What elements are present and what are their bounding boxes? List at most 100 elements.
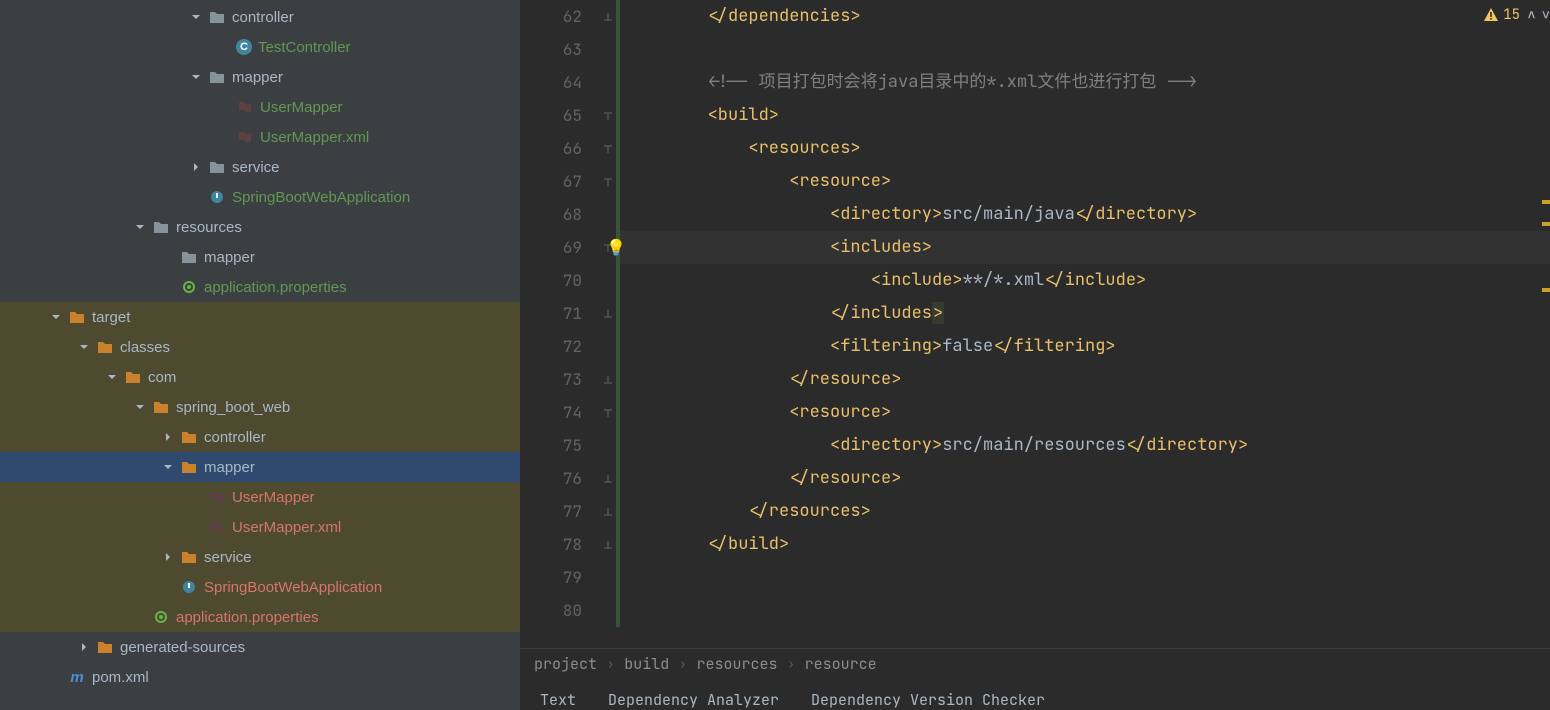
code-line[interactable] — [616, 561, 1550, 594]
code-line[interactable] — [616, 33, 1550, 66]
editor-tab[interactable]: Text — [540, 690, 576, 710]
code-line[interactable]: <include>**/*.xml</include> — [616, 264, 1550, 297]
fold-marker[interactable] — [600, 396, 616, 429]
tree-item[interactable]: UserMapper.xml — [0, 122, 520, 152]
line-number[interactable]: 72 — [520, 330, 582, 363]
tree-item[interactable]: controller — [0, 2, 520, 32]
code-line[interactable]: <directory>src/main/resources</directory… — [616, 429, 1550, 462]
line-number[interactable]: 80 — [520, 594, 582, 627]
problems-widget[interactable]: 15 — [1483, 6, 1520, 24]
chevron-down-icon[interactable] — [48, 309, 64, 325]
intention-bulb-icon[interactable]: 💡 — [606, 237, 626, 258]
tree-item[interactable]: CTestController — [0, 32, 520, 62]
code-line[interactable]: <includes> — [616, 231, 1550, 264]
line-number[interactable]: 76 — [520, 462, 582, 495]
tree-item[interactable]: service — [0, 152, 520, 182]
code-line[interactable]: <filtering>false</filtering> — [616, 330, 1550, 363]
chevron-down-icon[interactable] — [188, 69, 204, 85]
fold-marker[interactable] — [600, 99, 616, 132]
tree-item[interactable]: UserMapper — [0, 92, 520, 122]
tree-item[interactable]: spring_boot_web — [0, 392, 520, 422]
tree-item[interactable]: com — [0, 362, 520, 392]
tree-item[interactable]: service — [0, 542, 520, 572]
tree-item[interactable]: target — [0, 302, 520, 332]
line-number[interactable]: 63 — [520, 33, 582, 66]
chevron-right-icon[interactable] — [160, 429, 176, 445]
tree-item[interactable]: SpringBootWebApplication — [0, 572, 520, 602]
fold-marker[interactable] — [600, 528, 616, 561]
line-number[interactable]: 64 — [520, 66, 582, 99]
chevron-right-icon[interactable] — [188, 159, 204, 175]
code-line[interactable]: </build> — [616, 528, 1550, 561]
tree-item[interactable]: mapper — [0, 242, 520, 272]
tree-item[interactable]: SpringBootWebApplication — [0, 182, 520, 212]
line-number[interactable]: 69 — [520, 231, 582, 264]
line-number[interactable]: 68 — [520, 198, 582, 231]
chevron-down-icon[interactable] — [188, 9, 204, 25]
code-line[interactable]: <!-- 项目打包时会将java目录中的*.xml文件也进行打包 --> — [616, 66, 1550, 99]
code-line[interactable]: <resource> — [616, 396, 1550, 429]
fold-marker[interactable] — [600, 495, 616, 528]
tree-item[interactable]: resources — [0, 212, 520, 242]
line-number[interactable]: 74 — [520, 396, 582, 429]
tree-item[interactable]: mpom.xml — [0, 662, 520, 692]
line-number[interactable]: 71 — [520, 297, 582, 330]
chevron-down-icon[interactable] — [160, 459, 176, 475]
chevron-down-icon[interactable] — [132, 399, 148, 415]
chevron-down-icon[interactable] — [76, 339, 92, 355]
code-line[interactable] — [616, 594, 1550, 627]
editor-bottom-tabs[interactable]: Text Dependency Analyzer Dependency Versio… — [520, 678, 1550, 710]
line-number[interactable]: 78 — [520, 528, 582, 561]
tree-item[interactable]: classes — [0, 332, 520, 362]
tree-item[interactable]: application.properties — [0, 602, 520, 632]
breadcrumb-item[interactable]: build — [624, 654, 669, 674]
code-line[interactable]: </dependencies> — [616, 0, 1550, 33]
line-number[interactable]: 65 — [520, 99, 582, 132]
line-number[interactable]: 66 — [520, 132, 582, 165]
code-area[interactable]: 62636465666768697071727374757677787980 <… — [520, 0, 1550, 648]
error-stripe[interactable] — [1540, 0, 1550, 648]
fold-column[interactable] — [600, 0, 616, 648]
breadcrumb-item[interactable]: resource — [805, 654, 877, 674]
code-line[interactable]: <directory>src/main/java</directory> — [616, 198, 1550, 231]
chevron-right-icon[interactable] — [160, 549, 176, 565]
code-line[interactable]: </includes> — [616, 297, 1550, 330]
line-number[interactable]: 70 — [520, 264, 582, 297]
code-line[interactable]: </resources> — [616, 495, 1550, 528]
fold-marker[interactable] — [600, 462, 616, 495]
code-line[interactable]: </resource> — [616, 462, 1550, 495]
fold-marker[interactable] — [600, 132, 616, 165]
chevron-right-icon[interactable] — [76, 639, 92, 655]
code-line[interactable]: <resources> — [616, 132, 1550, 165]
tree-item[interactable]: mapper — [0, 62, 520, 92]
project-tree[interactable]: controllerCTestControllermapperUserMappe… — [0, 0, 520, 710]
fold-marker[interactable] — [600, 0, 616, 33]
tree-item[interactable]: UserMapper.xml — [0, 512, 520, 542]
fold-marker[interactable] — [600, 165, 616, 198]
gutter[interactable]: 62636465666768697071727374757677787980 — [520, 0, 600, 648]
editor-tab[interactable]: Dependency Version Checker — [811, 690, 1045, 710]
line-number[interactable]: 62 — [520, 0, 582, 33]
tree-item[interactable]: mapper — [0, 452, 520, 482]
chevron-down-icon[interactable] — [132, 219, 148, 235]
fold-marker[interactable] — [600, 363, 616, 396]
warning-marker[interactable] — [1542, 200, 1550, 204]
breadcrumb-item[interactable]: resources — [696, 654, 777, 674]
prev-highlight-icon[interactable]: ∧ — [1527, 6, 1535, 24]
breadcrumbs-bar[interactable]: project›build›resources›resource — [520, 648, 1550, 678]
line-number[interactable]: 77 — [520, 495, 582, 528]
fold-marker[interactable] — [600, 297, 616, 330]
breadcrumb-item[interactable]: project — [534, 654, 597, 674]
tree-item[interactable]: application.properties — [0, 272, 520, 302]
editor-tab[interactable]: Dependency Analyzer — [608, 690, 779, 710]
tree-item[interactable]: controller — [0, 422, 520, 452]
tree-item[interactable]: generated-sources — [0, 632, 520, 662]
line-number[interactable]: 73 — [520, 363, 582, 396]
line-number[interactable]: 75 — [520, 429, 582, 462]
warning-marker[interactable] — [1542, 222, 1550, 226]
code-lines[interactable]: </dependencies> <!-- 项目打包时会将java目录中的*.xm… — [616, 0, 1550, 648]
chevron-down-icon[interactable] — [104, 369, 120, 385]
line-number[interactable]: 79 — [520, 561, 582, 594]
tree-item[interactable]: UserMapper — [0, 482, 520, 512]
line-number[interactable]: 67 — [520, 165, 582, 198]
